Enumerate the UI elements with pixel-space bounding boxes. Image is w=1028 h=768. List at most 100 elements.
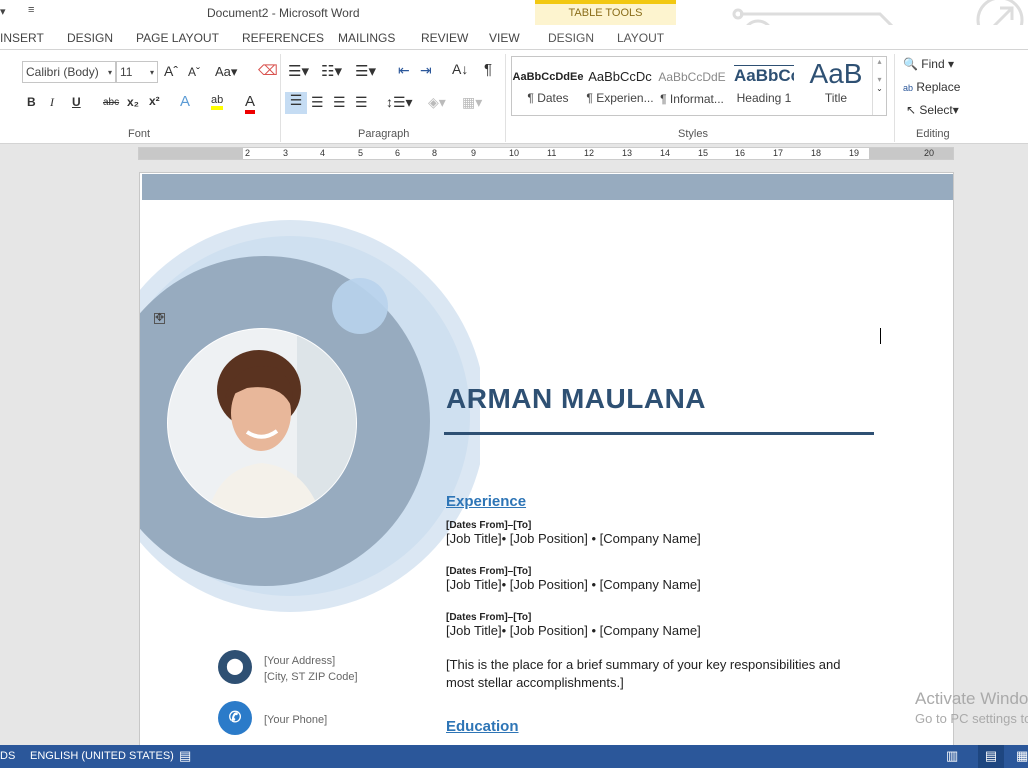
tab-references[interactable]: REFERENCES (242, 31, 324, 45)
web-layout-icon[interactable]: ▦ (1016, 748, 1028, 764)
style-heading-1[interactable]: AaBbCc Heading 1 (728, 57, 800, 105)
text-effects-icon[interactable]: A (180, 93, 190, 110)
print-layout-icon[interactable]: ▤ (978, 745, 1004, 768)
align-left-icon[interactable]: ☰ (285, 92, 307, 114)
ruler-tick-label: 12 (584, 148, 595, 158)
multilevel-list-icon[interactable]: ☰▾ (355, 62, 376, 80)
quick-access-dropdown[interactable]: ▾ (0, 5, 6, 18)
sort-icon[interactable]: A↓ (452, 61, 468, 77)
increase-indent-icon[interactable]: ⇥ (420, 62, 432, 79)
customize-quick-access-icon[interactable]: ≡ (28, 4, 34, 16)
table-tools-label: TABLE TOOLS (568, 7, 643, 19)
group-separator (894, 54, 895, 142)
status-language[interactable]: ENGLISH (UNITED STATES) (30, 750, 174, 762)
ribbon-tabs: INSERT DESIGN PAGE LAYOUT REFERENCES MAI… (0, 25, 1028, 50)
title-bar: ▾ ≡ Document2 - Microsoft Word (0, 0, 1028, 50)
find-button[interactable]: 🔍 Find ▾ (903, 57, 954, 71)
ruler-tick-label: 14 (660, 148, 671, 158)
style-information[interactable]: AaBbCcDdE ¶ Informat... (656, 57, 728, 106)
replace-button[interactable]: ab Replace (903, 80, 960, 94)
clear-formatting-icon[interactable]: ⌫ (258, 62, 278, 79)
status-words[interactable]: DS (0, 750, 15, 762)
binoculars-icon: 🔍 (903, 57, 918, 71)
subscript-icon[interactable]: x₂ (127, 95, 139, 109)
font-group-label: Font (128, 128, 151, 140)
status-bar: DS ENGLISH (UNITED STATES) ▤ ▥ ▤ ▦ (0, 745, 1028, 768)
text-cursor (880, 328, 881, 344)
experience-entry[interactable]: [Dates From]–[To] [Job Title]• [Job Posit… (446, 520, 701, 546)
grow-font-icon[interactable]: Aˆ (164, 63, 178, 79)
line-spacing-icon[interactable]: ↕☰▾ (386, 94, 413, 111)
experience-entry[interactable]: [Dates From]–[To] [Job Title]• [Job Posit… (446, 612, 701, 638)
ruler-tick-label: 19 (849, 148, 860, 158)
activation-watermark: Activate WindowsGo to PC settings to act… (915, 689, 1028, 726)
experience-summary[interactable]: [This is the place for a brief summary o… (446, 656, 866, 692)
select-button[interactable]: ↖ Select▾ (906, 103, 959, 117)
style-dates[interactable]: AaBbCcDdEe ¶ Dates (512, 57, 584, 105)
education-heading[interactable]: Education (446, 718, 519, 735)
profile-photo (168, 329, 356, 517)
font-size-combobox[interactable]: 11 ▾ (116, 61, 158, 83)
bold-icon[interactable]: B (27, 95, 36, 109)
tab-insert[interactable]: INSERT (0, 31, 44, 45)
replace-icon: ab (903, 83, 914, 93)
align-center-icon[interactable]: ☰ (311, 94, 324, 111)
underline-icon[interactable]: U (72, 95, 81, 109)
horizontal-ruler[interactable]: 2 3 4 5 6 8 9 10 11 12 13 14 15 16 17 18 19 20 (138, 147, 954, 160)
font-size-value: 11 (120, 65, 133, 79)
shading-icon[interactable]: ◈▾ (428, 94, 446, 111)
tab-review[interactable]: REVIEW (421, 31, 468, 45)
group-separator (505, 54, 506, 142)
resume-name[interactable]: ARMAN MAULANA (446, 383, 706, 415)
ruler-tick-label: 15 (698, 148, 709, 158)
ruler-tick-label: 18 (811, 148, 822, 158)
font-color-icon[interactable]: A (245, 93, 256, 114)
experience-entry[interactable]: [Dates From]–[To] [Job Title]• [Job Posit… (446, 566, 701, 592)
name-divider (444, 432, 874, 435)
tab-table-layout[interactable]: LAYOUT (617, 31, 664, 45)
ruler-tick-label: 20 (924, 148, 935, 158)
numbering-icon[interactable]: ☷▾ (321, 62, 342, 80)
align-right-icon[interactable]: ☰ (333, 94, 346, 111)
highlight-color-icon[interactable]: ab (211, 94, 224, 110)
styles-gallery: AaBbCcDdEe ¶ Dates AaBbCcDc ¶ Experien... … (511, 56, 887, 116)
table-move-handle-icon[interactable]: ✥ (154, 313, 165, 324)
decrease-indent-icon[interactable]: ⇤ (398, 62, 410, 79)
address[interactable]: [Your Address] [City, ST ZIP Code] (264, 653, 358, 685)
ruler-tick-label: 6 (395, 148, 401, 158)
phone[interactable]: [Your Phone] (264, 712, 327, 728)
change-case-icon[interactable]: Aa▾ (215, 64, 237, 80)
strikethrough-icon[interactable]: abc (103, 97, 119, 108)
ruler-tick-label: 13 (622, 148, 633, 158)
page[interactable]: ✥ ARMAN MAULANA Experience [Dates From]–… (139, 172, 954, 745)
style-title[interactable]: AaB Title (800, 57, 872, 105)
ruler-tick-label: 16 (735, 148, 746, 158)
italic-icon[interactable]: I (50, 95, 54, 110)
window-title: Document2 - Microsoft Word (207, 6, 360, 20)
header-band (142, 174, 953, 200)
superscript-icon[interactable]: x² (149, 94, 160, 108)
ruler-tick-label: 17 (773, 148, 784, 158)
styles-scrollbar[interactable]: ▴ ▾ ⌄ (872, 57, 886, 115)
bullets-icon[interactable]: ☰▾ (288, 62, 309, 80)
tab-table-design[interactable]: DESIGN (548, 31, 594, 45)
experience-heading[interactable]: Experience (446, 493, 526, 510)
tab-view[interactable]: VIEW (489, 31, 520, 45)
read-mode-icon[interactable]: ▥ (946, 748, 958, 764)
shrink-font-icon[interactable]: Aˇ (188, 65, 200, 79)
tab-mailings[interactable]: MAILINGS (338, 31, 395, 45)
ruler-tick-label: 2 (245, 148, 251, 158)
tab-design[interactable]: DESIGN (67, 31, 113, 45)
style-experience[interactable]: AaBbCcDc ¶ Experien... (584, 57, 656, 105)
font-name-combobox[interactable]: Calibri (Body) ▾ (22, 61, 116, 83)
ruler-tick-label: 4 (320, 148, 326, 158)
paragraph-group-label: Paragraph (358, 128, 410, 140)
show-formatting-icon[interactable]: ¶ (484, 61, 492, 78)
borders-icon[interactable]: ▦▾ (462, 94, 482, 111)
styles-group-label: Styles (678, 128, 708, 140)
macro-record-icon[interactable]: ▤ (179, 748, 191, 764)
tab-page-layout[interactable]: PAGE LAYOUT (136, 31, 219, 45)
justify-icon[interactable]: ☰ (355, 94, 368, 111)
ruler-tick-label: 9 (471, 148, 477, 158)
cursor-icon: ↖ (906, 103, 917, 117)
